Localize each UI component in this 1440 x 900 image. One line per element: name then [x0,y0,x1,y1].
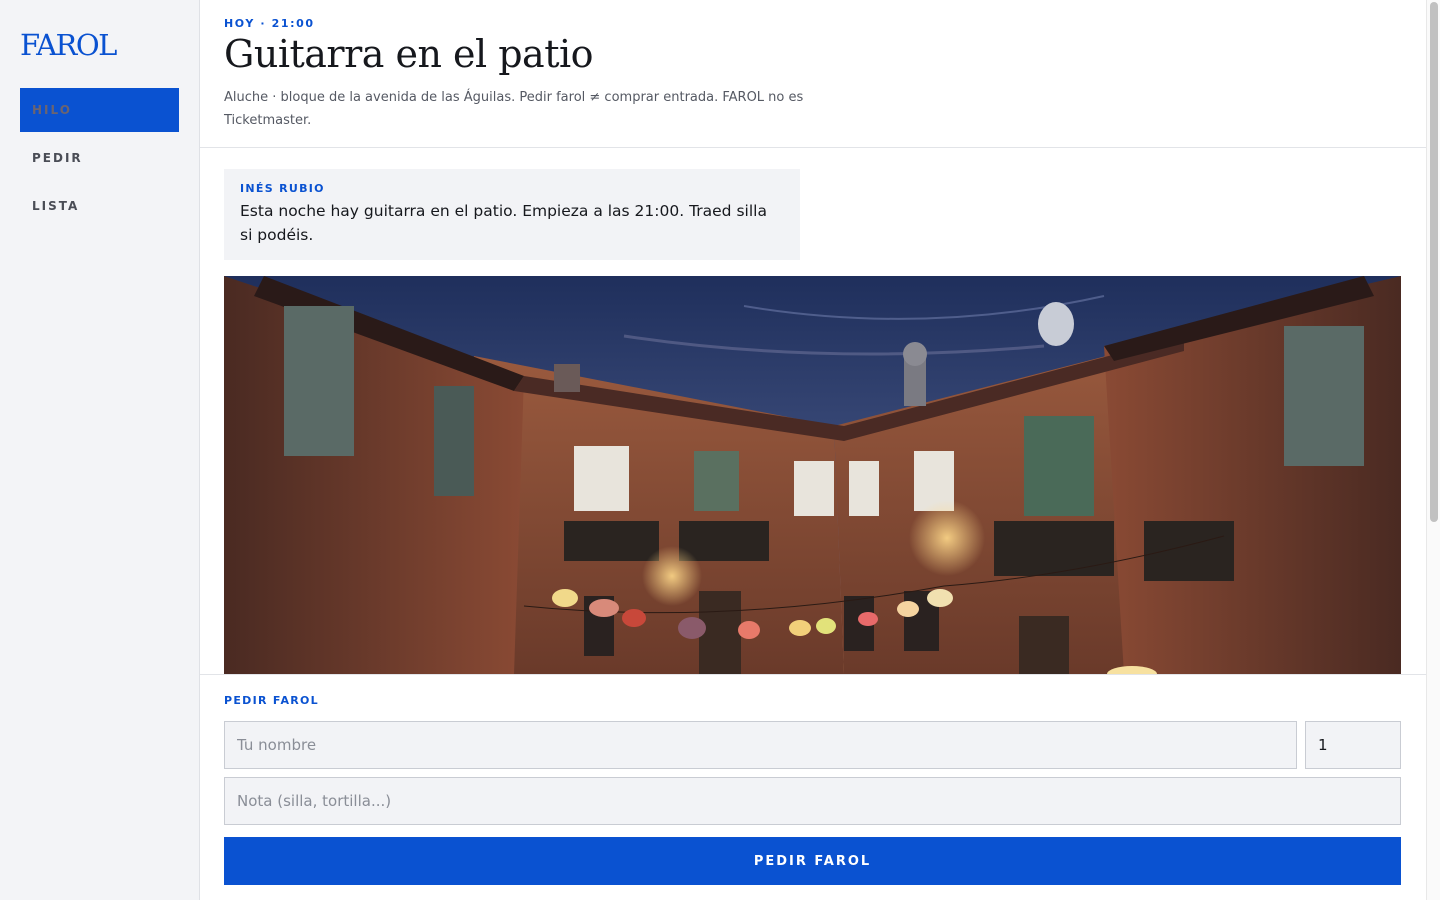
message-text: Esta noche hay guitarra en el patio. Emp… [240,202,767,244]
page-title: Guitarra en el patio [224,32,594,76]
sidebar-item-lista[interactable]: LISTA [20,184,179,228]
form-heading: PEDIR FAROL [224,694,319,707]
submit-button[interactable]: PEDIR FAROL [224,837,1401,885]
note-input[interactable] [224,777,1401,825]
logo[interactable]: FAROL [20,28,117,62]
scrollbar-thumb[interactable] [1430,2,1438,522]
message-author: INÉS RUBIO [240,182,325,195]
page-subtitle: Aluche · bloque de la avenida de las Águ… [224,90,804,128]
sidebar: FAROL HILO PEDIR LISTA [0,0,200,900]
page-scrollbar[interactable] [1426,0,1440,900]
courtyard-photo [224,276,1401,674]
name-input[interactable] [224,721,1297,769]
page-header: HOY · 21:00 Guitarra en el patio Aluche … [200,0,1426,148]
message-card: INÉS RUBIO Esta noche hay guitarra en el… [224,169,800,260]
sidebar-item-hilo[interactable]: HILO [20,88,179,132]
quantity-input[interactable] [1305,721,1401,769]
sidebar-item-pedir[interactable]: PEDIR [20,136,179,180]
main-content: HOY · 21:00 Guitarra en el patio Aluche … [200,0,1426,900]
order-form: PEDIR FAROL PEDIR FAROL [200,674,1426,900]
